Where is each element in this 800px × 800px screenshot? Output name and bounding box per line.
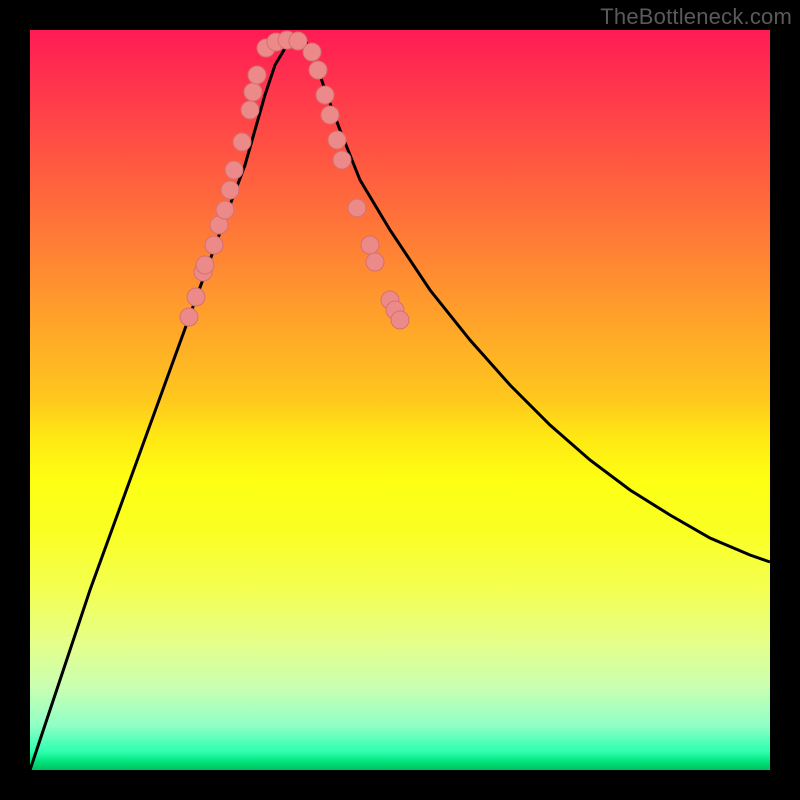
data-point	[303, 43, 321, 61]
data-point	[225, 161, 243, 179]
data-point	[309, 61, 327, 79]
bottleneck-curve	[30, 40, 770, 770]
data-point	[328, 131, 346, 149]
data-point	[241, 101, 259, 119]
data-point	[316, 86, 334, 104]
data-point	[391, 311, 409, 329]
data-point	[366, 253, 384, 271]
chart-frame: TheBottleneck.com	[0, 0, 800, 800]
data-point	[196, 256, 214, 274]
chart-svg	[30, 30, 770, 770]
data-point	[221, 181, 239, 199]
data-point	[321, 106, 339, 124]
data-point	[187, 288, 205, 306]
data-point	[216, 201, 234, 219]
data-point	[180, 308, 198, 326]
curve-markers	[180, 31, 409, 329]
data-point	[205, 236, 223, 254]
data-point	[348, 199, 366, 217]
data-point	[244, 83, 262, 101]
data-point	[361, 236, 379, 254]
watermark-text: TheBottleneck.com	[600, 4, 792, 30]
data-point	[233, 133, 251, 151]
data-point	[248, 66, 266, 84]
data-point	[333, 151, 351, 169]
